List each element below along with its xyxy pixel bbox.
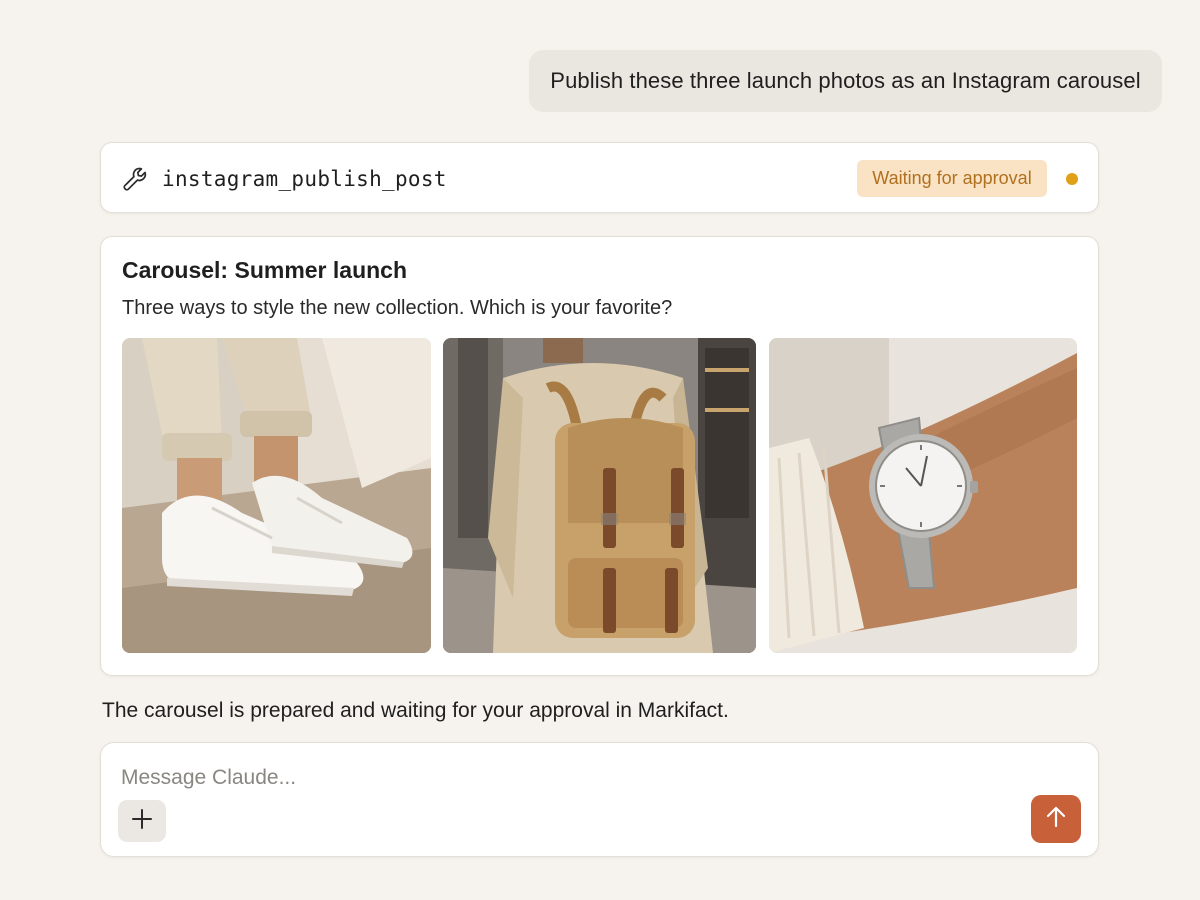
plus-icon bbox=[131, 808, 153, 835]
user-message-bubble: Publish these three launch photos as an … bbox=[529, 50, 1162, 112]
white-sneakers-photo[interactable] bbox=[122, 338, 431, 653]
arrow-up-icon bbox=[1045, 805, 1067, 834]
user-message-text: Publish these three launch photos as an … bbox=[550, 68, 1141, 93]
canvas-backpack-photo[interactable] bbox=[443, 338, 756, 653]
message-input[interactable] bbox=[121, 761, 1001, 795]
carousel-caption: Three ways to style the new collection. … bbox=[122, 297, 673, 319]
send-button[interactable] bbox=[1031, 795, 1081, 843]
silver-wristwatch-photo[interactable] bbox=[769, 338, 1077, 653]
wrench-icon bbox=[121, 165, 149, 193]
tool-call-row[interactable]: instagram_publish_post Waiting for appro… bbox=[100, 142, 1099, 213]
status-badge: Waiting for approval bbox=[857, 160, 1047, 197]
carousel-title: Carousel: Summer launch bbox=[122, 257, 408, 283]
add-attachment-button[interactable] bbox=[118, 800, 166, 842]
assistant-message: The carousel is prepared and waiting for… bbox=[102, 699, 729, 722]
carousel-card: Carousel: Summer launch Three ways to st… bbox=[100, 236, 1099, 676]
tool-name: instagram_publish_post bbox=[162, 167, 447, 191]
status-dot bbox=[1066, 173, 1078, 185]
message-composer bbox=[100, 742, 1099, 857]
